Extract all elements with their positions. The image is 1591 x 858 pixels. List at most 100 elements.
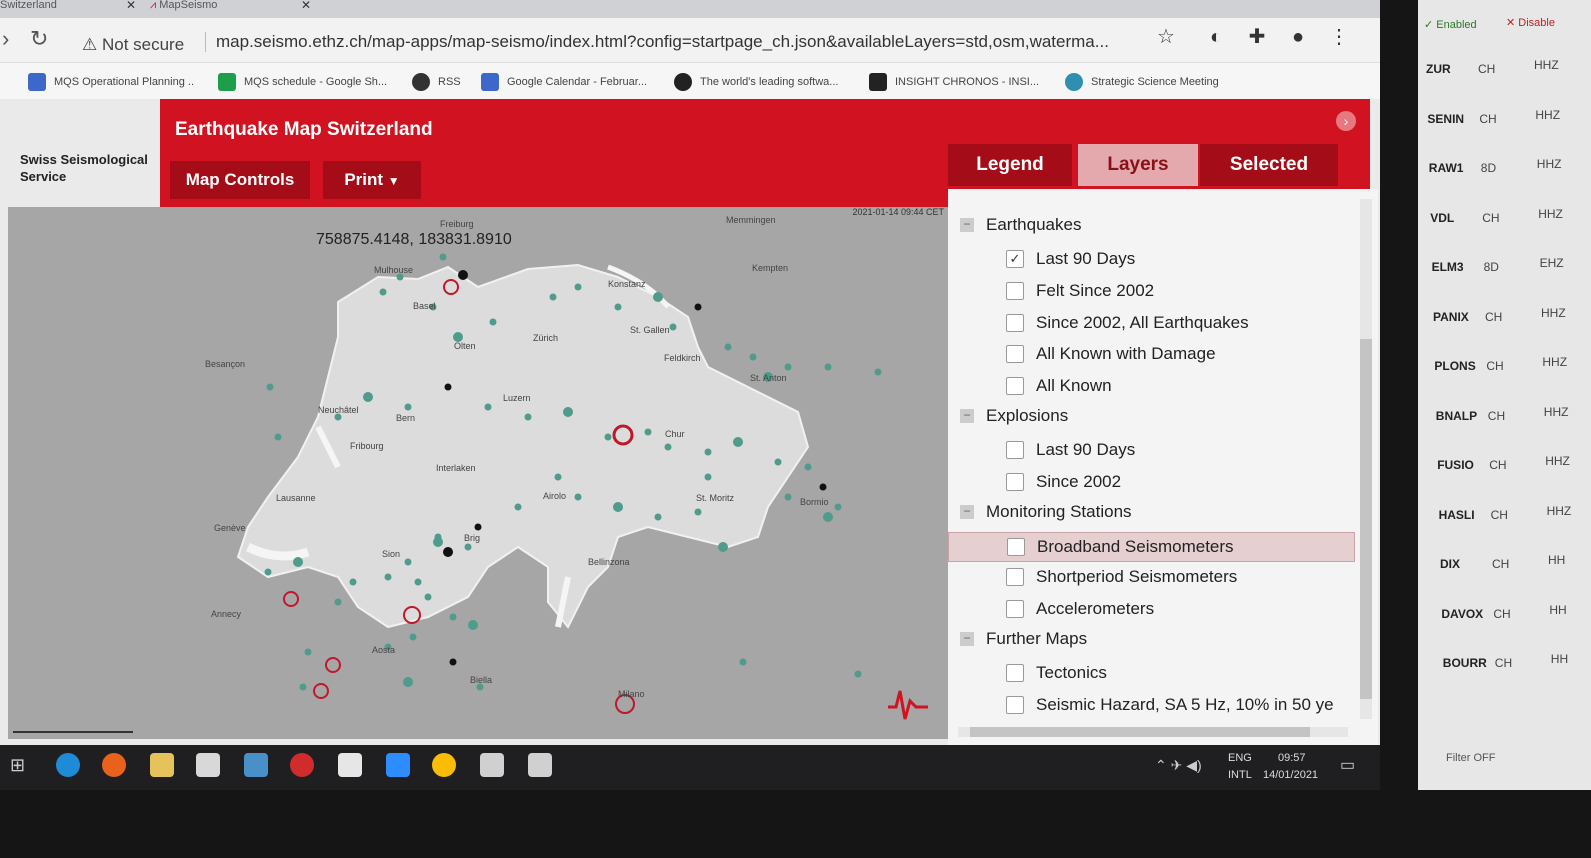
earthquake-dot[interactable]: [334, 598, 342, 606]
layer-item[interactable]: Seismic Hazard, SA 5 Hz, 10% in 50 ye: [948, 691, 1353, 719]
station-row[interactable]: BOURR CH HH: [1443, 652, 1568, 670]
bookmark[interactable]: RSS: [412, 73, 461, 91]
enabled-toggle[interactable]: ✓ Enabled: [1424, 18, 1477, 31]
layer-group-header[interactable]: − Earthquakes: [948, 213, 1348, 239]
earthquake-dot[interactable]: [409, 633, 417, 641]
browser-tab[interactable]: ⩘ MapSeismo ✕: [150, 0, 315, 18]
station-row[interactable]: PLONS CH HHZ: [1434, 355, 1567, 373]
earthquake-dot[interactable]: [349, 578, 357, 586]
earthquake-dot[interactable]: [424, 593, 432, 601]
layer-item[interactable]: All Known with Damage: [948, 340, 1353, 368]
earthquake-dot[interactable]: [554, 473, 562, 481]
forward-arrow-icon[interactable]: ›: [2, 26, 9, 52]
earthquake-dot[interactable]: [604, 433, 612, 441]
tray-chevron-icon[interactable]: ⌃ ✈ ◀): [1155, 757, 1202, 774]
checkbox[interactable]: [1006, 345, 1024, 364]
station-row[interactable]: SENIN CH HHZ: [1427, 108, 1560, 126]
earthquake-dot[interactable]: [404, 558, 412, 566]
bookmark[interactable]: INSIGHT CHRONOS - INSI...: [869, 73, 1039, 91]
earthquake-dot[interactable]: [819, 483, 827, 491]
bookmark[interactable]: Google Calendar - Februar...: [481, 73, 647, 91]
layer-item[interactable]: Last 90 Days: [948, 436, 1353, 464]
station-row[interactable]: ZUR CH HHZ: [1426, 58, 1559, 76]
station-row[interactable]: RAW1 8D HHZ: [1429, 157, 1562, 175]
earthquake-dot[interactable]: [804, 463, 812, 471]
checkbox[interactable]: ✓: [1006, 250, 1024, 268]
browser-tab[interactable]: Switzerland ✕: [0, 0, 140, 18]
earthquake-dot[interactable]: [563, 407, 573, 417]
station-row[interactable]: ELM3 8D EHZ: [1432, 256, 1564, 274]
firefox-icon[interactable]: [102, 753, 126, 777]
station-row[interactable]: HASLI CH HHZ: [1439, 504, 1572, 522]
app-icon[interactable]: [338, 753, 362, 777]
station-row[interactable]: VDL CH HHZ: [1430, 207, 1563, 225]
close-icon[interactable]: ✕: [301, 0, 311, 11]
checkbox[interactable]: [1006, 441, 1024, 459]
security-indicator[interactable]: ⚠ Not secure: [82, 35, 184, 55]
earthquake-dot[interactable]: [644, 428, 652, 436]
layer-item[interactable]: ✓ Last 90 Days: [948, 245, 1353, 273]
checkbox[interactable]: [1006, 377, 1024, 396]
tab-selected[interactable]: Selected: [1200, 144, 1338, 186]
earthquake-dot[interactable]: [653, 292, 663, 302]
earthquake-dot[interactable]: [443, 547, 453, 557]
earthquake-dot[interactable]: [574, 283, 582, 291]
earthquake-dot[interactable]: [474, 523, 482, 531]
earthquake-dot[interactable]: [484, 403, 492, 411]
layer-item[interactable]: Broadband Seismometers: [948, 531, 1355, 562]
menu-icon[interactable]: ⋮: [1328, 26, 1350, 48]
checkbox[interactable]: [1006, 568, 1024, 587]
disabled-toggle[interactable]: ✕ Disable: [1506, 16, 1555, 29]
app-icon[interactable]: [290, 753, 314, 777]
earthquake-dot[interactable]: [724, 343, 732, 351]
earthquake-dot[interactable]: [704, 448, 712, 456]
earthquake-dot[interactable]: [524, 413, 532, 421]
collapse-icon[interactable]: −: [960, 409, 974, 423]
earthquake-dot[interactable]: [439, 253, 447, 261]
bookmark[interactable]: The world's leading softwa...: [674, 73, 838, 91]
horizontal-scrollbar[interactable]: [958, 727, 1348, 737]
map-canvas[interactable]: 758875.4148, 183831.8910 2021-01-14 09:4…: [8, 207, 948, 739]
earthquake-dot[interactable]: [613, 502, 623, 512]
checkbox[interactable]: [1006, 472, 1024, 491]
map-controls-button[interactable]: Map Controls: [170, 161, 310, 199]
earthquake-dot[interactable]: [458, 270, 468, 280]
scrollbar-thumb[interactable]: [1360, 339, 1372, 699]
earthquake-dot[interactable]: [449, 613, 457, 621]
earthquake-dot[interactable]: [514, 503, 522, 511]
earthquake-dot[interactable]: [444, 383, 452, 391]
earthquake-dot[interactable]: [264, 568, 272, 576]
app-icon[interactable]: [480, 753, 504, 777]
earthquake-dot[interactable]: [574, 493, 582, 501]
star-icon[interactable]: ☆: [1155, 26, 1177, 48]
earthquake-dot[interactable]: [664, 443, 672, 451]
file-explorer-icon[interactable]: [150, 753, 174, 777]
mail-icon[interactable]: [244, 753, 268, 777]
earthquake-dot[interactable]: [468, 620, 478, 630]
close-icon[interactable]: ✕: [126, 0, 136, 11]
clock-time[interactable]: 09:57: [1278, 752, 1306, 764]
vertical-scrollbar[interactable]: [1360, 199, 1372, 719]
next-icon[interactable]: ›: [1336, 111, 1356, 131]
earthquake-dot[interactable]: [654, 513, 662, 521]
earthquake-dot[interactable]: [824, 363, 832, 371]
earthquake-dot[interactable]: [614, 303, 622, 311]
checkbox[interactable]: [1006, 600, 1024, 619]
earthquake-dot[interactable]: [404, 403, 412, 411]
layer-group-header[interactable]: − Further Maps: [948, 627, 1348, 653]
earthquake-dot[interactable]: [414, 578, 422, 586]
earthquake-dot[interactable]: [694, 508, 702, 516]
layer-item[interactable]: Accelerometers: [948, 595, 1353, 623]
earthquake-dot[interactable]: [434, 533, 442, 541]
collapse-icon[interactable]: −: [960, 504, 974, 519]
earthquake-dot[interactable]: [293, 557, 303, 567]
notification-icon[interactable]: ▭: [1340, 755, 1355, 775]
station-row[interactable]: PANIX CH HHZ: [1433, 306, 1566, 324]
earthquake-dot[interactable]: [274, 433, 282, 441]
profile-icon[interactable]: ●: [1287, 26, 1309, 48]
layer-group-header[interactable]: − Monitoring Stations: [948, 500, 1348, 526]
earthquake-dot[interactable]: [266, 383, 274, 391]
layer-item[interactable]: Felt Since 2002: [948, 277, 1353, 305]
url-field[interactable]: map.seismo.ethz.ch/map-apps/map-seismo/i…: [216, 32, 1141, 52]
bookmark[interactable]: MQS schedule - Google Sh...: [218, 73, 387, 91]
